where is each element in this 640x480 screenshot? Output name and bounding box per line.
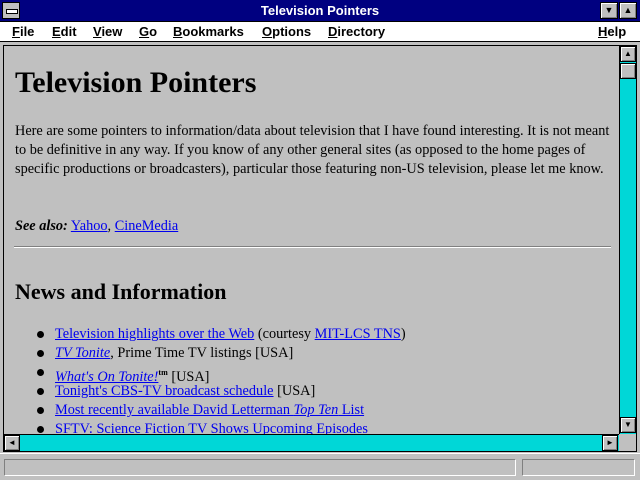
scroll-up-button[interactable]: ▲ [620,46,636,62]
link-text: List [338,402,365,418]
menu-directory[interactable]: Directory [328,24,385,39]
menu-file[interactable]: File [12,24,34,39]
menu-options[interactable]: Options [262,24,311,39]
menu-help[interactable]: Help [598,24,626,39]
scroll-right-button[interactable]: ► [602,435,618,451]
maximize-button[interactable]: ▲ [619,2,637,19]
title-bar: Television Pointers ▼ ▲ [0,0,640,22]
bullet-icon [37,331,44,338]
document-content: Television Pointers Here are some pointe… [4,46,619,434]
link-cbs-schedule[interactable]: Tonight's CBS-TV broadcast schedule [55,383,274,399]
link-cinemedia[interactable]: CineMedia [115,218,179,234]
horizontal-rule [14,246,611,248]
list-item: Television highlights over the Web (cour… [15,325,611,344]
bullet-icon [37,369,44,376]
document-frame: Television Pointers Here are some pointe… [3,45,637,452]
list-item: Tonight's CBS-TV broadcast schedule [USA… [15,382,611,401]
link-text: Top Ten [293,402,339,418]
minimize-button[interactable]: ▼ [600,2,618,19]
horizontal-scrollbar[interactable]: ◄ ► [4,434,619,451]
menu-go[interactable]: Go [139,24,157,39]
list-item: TV Tonite, Prime Time TV listings [USA] [15,344,611,363]
menu-edit[interactable]: Edit [52,24,77,39]
status-bar [0,453,640,480]
scrollbar-corner [619,434,636,451]
scroll-down-button[interactable]: ▼ [620,417,636,433]
list-item: Most recently available David Letterman … [15,401,611,420]
link-letterman-top-ten[interactable]: Most recently available David Letterman … [55,402,364,418]
bullet-icon [37,388,44,395]
link-mit-lcs-tns[interactable]: MIT-LCS TNS [315,326,401,342]
trademark-mark: tm [158,368,168,377]
menu-bar: File Edit View Go Bookmarks Options Dire… [0,22,640,42]
status-text [4,459,516,476]
progress-indicator [522,459,635,476]
list-item-text: , Prime Time TV listings [USA] [110,345,294,361]
link-tv-highlights[interactable]: Television highlights over the Web [55,326,254,342]
vertical-scroll-thumb[interactable] [620,63,636,79]
news-list: Television highlights over the Web (cour… [15,325,611,434]
intro-paragraph: Here are some pointers to information/da… [15,123,610,177]
link-text: TV Tonite [55,345,111,361]
see-also-label: See also: [15,218,68,234]
section-heading: News and Information [15,279,227,304]
see-also: See also: Yahoo, CineMedia [15,218,178,235]
list-item-text: ) [400,326,406,342]
window-title: Television Pointers [260,3,380,18]
bullet-icon [37,407,44,414]
list-item: What's On Tonite!tm [USA] [15,363,611,385]
bullet-icon [37,350,44,357]
list-item-text: [USA] [273,383,316,399]
list-item: SFTV: Science Fiction TV Shows Upcoming … [15,420,611,434]
list-item-text: (courtesy [254,326,315,342]
link-tv-tonite[interactable]: TV Tonite [55,345,110,361]
menu-view[interactable]: View [93,24,122,39]
link-sftv[interactable]: SFTV: Science Fiction TV Shows Upcoming … [55,421,368,434]
link-yahoo[interactable]: Yahoo [71,218,108,234]
link-text: Most recently available David Letterman [55,402,294,418]
see-also-separator: , [107,218,115,234]
bullet-icon [37,426,44,433]
page-title: Television Pointers [15,66,257,99]
scroll-left-button[interactable]: ◄ [4,435,20,451]
menu-bookmarks[interactable]: Bookmarks [173,24,244,39]
vertical-scrollbar[interactable]: ▲ ▼ [619,46,636,434]
